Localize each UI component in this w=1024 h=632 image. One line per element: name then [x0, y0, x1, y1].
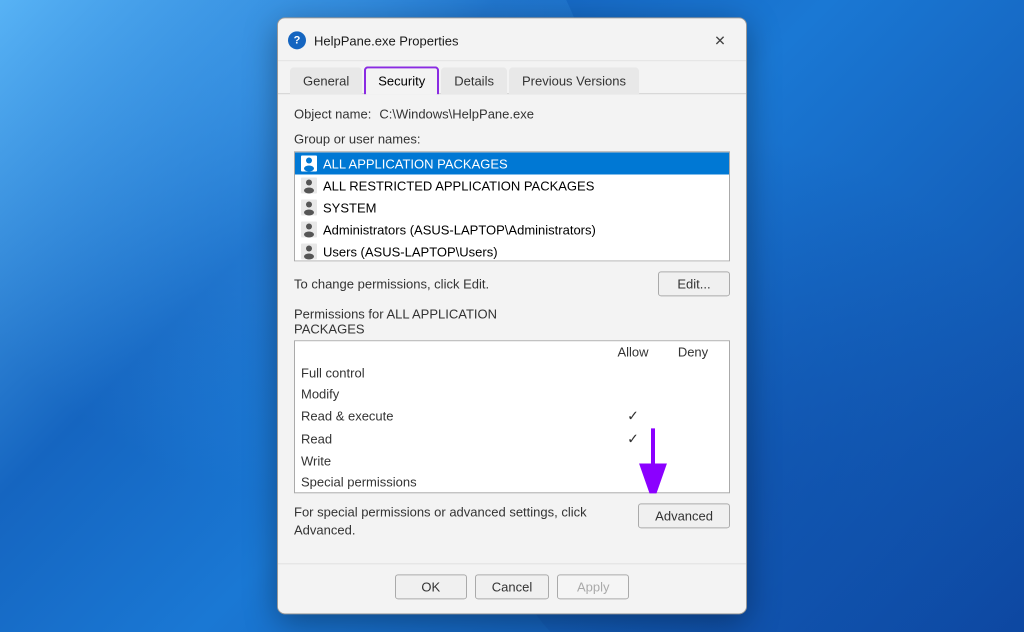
apply-button[interactable]: Apply [557, 575, 629, 600]
user-icon [301, 243, 317, 259]
user-icon [301, 221, 317, 237]
allow-cell: ✓ [603, 407, 663, 424]
ok-button[interactable]: OK [395, 575, 467, 600]
tab-general[interactable]: General [290, 67, 362, 94]
user-icon [301, 199, 317, 215]
user-icon [301, 177, 317, 193]
dialog-title: HelpPane.exe Properties [314, 33, 706, 48]
perm-row-modify: Modify [295, 383, 729, 404]
security-content: Object name: C:\Windows\HelpPane.exe Gro… [278, 94, 746, 563]
tab-details[interactable]: Details [441, 67, 507, 94]
users-list[interactable]: ALL APPLICATION PACKAGES ALL RESTRICTED … [294, 151, 730, 261]
object-name-value: C:\Windows\HelpPane.exe [379, 106, 534, 121]
permissions-label: Permissions for ALL APPLICATION PACKAGES [294, 306, 730, 336]
change-perm-row: To change permissions, click Edit. Edit.… [294, 271, 730, 296]
close-button[interactable]: ✕ [706, 26, 734, 54]
title-bar: ? HelpPane.exe Properties ✕ [278, 18, 746, 61]
advanced-section: For special permissions or advanced sett… [294, 503, 730, 539]
user-item-all-restricted[interactable]: ALL RESTRICTED APPLICATION PACKAGES [295, 174, 729, 196]
advanced-text: For special permissions or advanced sett… [294, 503, 628, 539]
object-name-row: Object name: C:\Windows\HelpPane.exe [294, 106, 730, 121]
permissions-table: Allow Deny Full controlModifyRead & exec… [294, 340, 730, 493]
perm-row-write: Write [295, 450, 729, 471]
dialog-icon: ? [288, 31, 306, 49]
perm-header: Allow Deny [295, 341, 729, 362]
perm-row-read: Read✓ [295, 427, 729, 450]
group-label: Group or user names: [294, 131, 730, 146]
change-perm-text: To change permissions, click Edit. [294, 276, 489, 291]
deny-header: Deny [663, 344, 723, 359]
cancel-button[interactable]: Cancel [475, 575, 549, 600]
user-item-system[interactable]: SYSTEM [295, 196, 729, 218]
user-icon [301, 155, 317, 171]
advanced-button[interactable]: Advanced [638, 503, 730, 528]
edit-button[interactable]: Edit... [658, 271, 730, 296]
perm-row-full-control: Full control [295, 362, 729, 383]
allow-header: Allow [603, 344, 663, 359]
tab-security[interactable]: Security [364, 66, 439, 94]
object-name-label: Object name: [294, 106, 371, 121]
tab-bar: General Security Details Previous Versio… [278, 61, 746, 94]
tab-previous-versions[interactable]: Previous Versions [509, 67, 639, 94]
perm-row-read-and-execute: Read & execute✓ [295, 404, 729, 427]
perm-row-special-permissions: Special permissions [295, 471, 729, 492]
user-item-all-app-packages[interactable]: ALL APPLICATION PACKAGES [295, 152, 729, 174]
bottom-buttons: OK Cancel Apply [278, 564, 746, 614]
user-item-administrators[interactable]: Administrators (ASUS-LAPTOP\Administrato… [295, 218, 729, 240]
allow-cell: ✓ [603, 430, 663, 447]
properties-dialog: ? HelpPane.exe Properties ✕ General Secu… [277, 17, 747, 614]
user-item-users[interactable]: Users (ASUS-LAPTOP\Users) [295, 240, 729, 261]
